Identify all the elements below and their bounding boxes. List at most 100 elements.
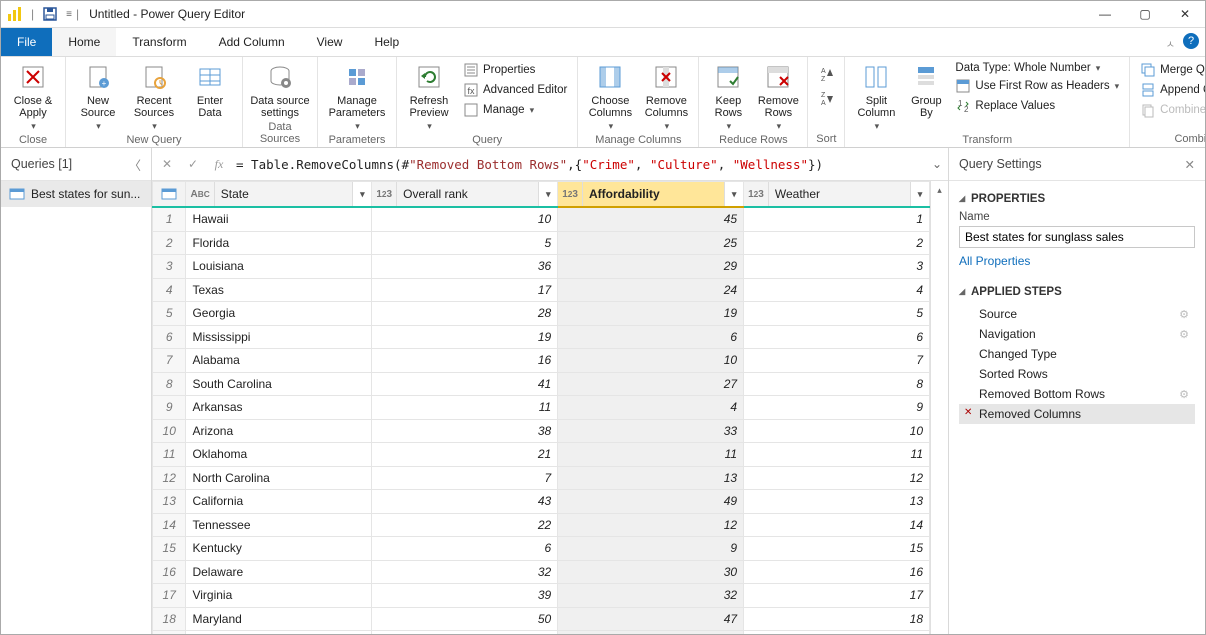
table-row[interactable]: 14Tennessee221214 [153,513,930,537]
applied-step[interactable]: Source⚙ [959,304,1195,324]
split-column-button[interactable]: Split Column▾ [851,59,901,132]
cell-state[interactable]: Louisiana [186,255,372,279]
collapse-queries-icon[interactable]: 〈 [128,155,141,174]
refresh-preview-button[interactable]: Refresh Preview▾ [403,59,455,132]
cell-affordability[interactable]: 4 [558,396,744,420]
data-type-button[interactable]: Data Type: Whole Number▾ [951,61,1123,75]
row-number[interactable]: 11 [153,443,186,467]
cell-overall-rank[interactable]: 16 [372,349,558,373]
cell-affordability[interactable]: 9 [558,537,744,561]
table-row[interactable]: 1Hawaii10451 [153,207,930,231]
cell-state[interactable]: Virginia [186,584,372,608]
cell-overall-rank[interactable]: 22 [372,513,558,537]
applied-step[interactable]: Removed Columns [959,404,1195,424]
cell-overall-rank[interactable]: 41 [372,372,558,396]
cell-state[interactable]: South Carolina [186,372,372,396]
table-row[interactable]: 19Missouri3119 [153,631,930,635]
cell-affordability[interactable]: 49 [558,490,744,514]
table-row[interactable]: 8South Carolina41278 [153,372,930,396]
cell-overall-rank[interactable]: 19 [372,325,558,349]
filter-dropdown-icon[interactable]: ▾ [724,182,743,206]
tab-add-column[interactable]: Add Column [203,28,301,56]
row-number[interactable]: 7 [153,349,186,373]
remove-columns-button[interactable]: Remove Columns▾ [640,59,692,132]
cell-overall-rank[interactable]: 11 [372,396,558,420]
table-row[interactable]: 3Louisiana36293 [153,255,930,279]
row-number[interactable]: 2 [153,231,186,255]
maximize-button[interactable]: ▢ [1125,1,1165,27]
tab-file[interactable]: File [1,28,52,56]
advanced-editor-button[interactable]: fxAdvanced Editor [459,81,571,99]
row-number[interactable]: 10 [153,419,186,443]
cell-overall-rank[interactable]: 32 [372,560,558,584]
cell-state[interactable]: Florida [186,231,372,255]
formula-text[interactable]: = Table.RemoveColumns(#"Removed Bottom R… [236,157,924,172]
row-number[interactable]: 19 [153,631,186,635]
cell-affordability[interactable]: 10 [558,349,744,373]
row-number[interactable]: 9 [153,396,186,420]
table-row[interactable]: 6Mississippi1966 [153,325,930,349]
applied-step[interactable]: Navigation⚙ [959,324,1195,344]
table-row[interactable]: 5Georgia28195 [153,302,930,326]
cell-state[interactable]: Georgia [186,302,372,326]
column-header-overall-rank[interactable]: 123Overall rank▾ [372,182,558,208]
cell-state[interactable]: Maryland [186,607,372,631]
cell-weather[interactable]: 1 [744,207,930,231]
cell-weather[interactable]: 17 [744,584,930,608]
cell-weather[interactable]: 11 [744,443,930,467]
steps-title[interactable]: APPLIED STEPS [959,286,1195,298]
cell-affordability[interactable]: 30 [558,560,744,584]
keep-rows-button[interactable]: Keep Rows▾ [705,59,751,132]
row-number[interactable]: 8 [153,372,186,396]
vertical-scrollbar[interactable]: ▴ [930,181,948,634]
column-header-weather[interactable]: 123Weather▾ [744,182,930,208]
cell-state[interactable]: Kentucky [186,537,372,561]
type-text-icon[interactable]: ABC [186,182,214,206]
cell-state[interactable]: Missouri [186,631,372,635]
tab-home[interactable]: Home [52,28,116,56]
cell-weather[interactable]: 14 [744,513,930,537]
table-row[interactable]: 17Virginia393217 [153,584,930,608]
sort-desc-button[interactable]: ZA [814,89,838,107]
group-by-button[interactable]: Group By [905,59,947,119]
cell-state[interactable]: Arizona [186,419,372,443]
first-row-headers-button[interactable]: Use First Row as Headers▾ [951,77,1123,95]
cell-weather[interactable]: 10 [744,419,930,443]
column-header-state[interactable]: ABCState▾ [186,182,372,208]
cell-overall-rank[interactable]: 50 [372,607,558,631]
applied-step[interactable]: Removed Bottom Rows⚙ [959,384,1195,404]
cell-weather[interactable]: 19 [744,631,930,635]
cell-weather[interactable]: 6 [744,325,930,349]
gear-icon[interactable]: ⚙ [1179,388,1189,401]
cell-weather[interactable]: 12 [744,466,930,490]
cell-overall-rank[interactable]: 5 [372,231,558,255]
enter-data-button[interactable]: Enter Data [184,59,236,119]
cell-affordability[interactable]: 11 [558,443,744,467]
formula-accept-icon[interactable]: ✓ [184,157,202,171]
cell-overall-rank[interactable]: 36 [372,255,558,279]
row-number[interactable]: 4 [153,278,186,302]
row-number[interactable]: 3 [153,255,186,279]
row-number[interactable]: 6 [153,325,186,349]
cell-state[interactable]: California [186,490,372,514]
cell-overall-rank[interactable]: 21 [372,443,558,467]
table-row[interactable]: 10Arizona383310 [153,419,930,443]
cell-affordability[interactable]: 45 [558,207,744,231]
cell-affordability[interactable]: 12 [558,513,744,537]
cell-affordability[interactable]: 6 [558,325,744,349]
cell-overall-rank[interactable]: 6 [372,537,558,561]
table-row[interactable]: 7Alabama16107 [153,349,930,373]
cell-state[interactable]: Texas [186,278,372,302]
new-source-button[interactable]: + New Source▾ [72,59,124,132]
cell-overall-rank[interactable]: 43 [372,490,558,514]
row-number[interactable]: 12 [153,466,186,490]
table-corner-button[interactable] [153,182,186,208]
remove-rows-button[interactable]: Remove Rows▾ [755,59,801,132]
cell-affordability[interactable]: 24 [558,278,744,302]
row-number[interactable]: 16 [153,560,186,584]
row-number[interactable]: 17 [153,584,186,608]
table-row[interactable]: 15Kentucky6915 [153,537,930,561]
close-settings-icon[interactable]: ✕ [1185,157,1195,172]
row-number[interactable]: 1 [153,207,186,231]
cell-weather[interactable]: 3 [744,255,930,279]
